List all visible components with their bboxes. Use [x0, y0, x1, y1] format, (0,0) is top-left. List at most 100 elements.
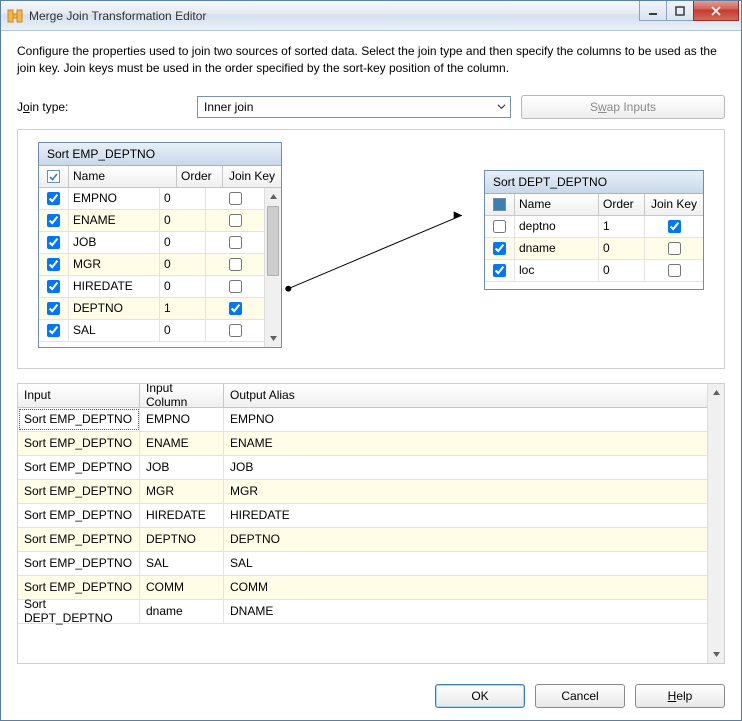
out-col[interactable]: SAL: [140, 552, 224, 575]
out-alias[interactable]: MGR: [224, 480, 308, 503]
out-alias[interactable]: EMPNO: [224, 408, 308, 431]
output-row[interactable]: Sort EMP_DEPTNODEPTNODEPTNO: [18, 528, 707, 552]
row-joinkey[interactable]: [206, 254, 264, 275]
out-input[interactable]: Sort EMP_DEPTNO: [18, 408, 140, 431]
row-joinkey[interactable]: [206, 320, 264, 341]
out-col[interactable]: DEPTNO: [140, 528, 224, 551]
output-row[interactable]: Sort EMP_DEPTNOENAMEENAME: [18, 432, 707, 456]
output-row[interactable]: Sort EMP_DEPTNOCOMMCOMM: [18, 576, 707, 600]
row-check[interactable]: [39, 276, 69, 297]
row-check[interactable]: [39, 188, 69, 209]
row-check[interactable]: [485, 260, 515, 281]
row-order[interactable]: 0: [599, 238, 645, 259]
row-check[interactable]: [485, 216, 515, 237]
right-header-jkey[interactable]: Join Key: [645, 194, 703, 215]
row-check[interactable]: [39, 232, 69, 253]
out-col[interactable]: JOB: [140, 456, 224, 479]
row-order[interactable]: 0: [160, 210, 206, 231]
row-name[interactable]: MGR: [69, 254, 160, 275]
output-row[interactable]: Sort EMP_DEPTNOMGRMGR: [18, 480, 707, 504]
out-input[interactable]: Sort EMP_DEPTNO: [18, 576, 140, 599]
row-joinkey[interactable]: [645, 238, 703, 259]
grid-row[interactable]: DEPTNO1: [39, 298, 264, 320]
out-col[interactable]: dname: [140, 600, 224, 623]
grid-row[interactable]: MGR0: [39, 254, 264, 276]
right-header-name[interactable]: Name: [515, 194, 599, 215]
row-order[interactable]: 1: [599, 216, 645, 237]
out-input[interactable]: Sort EMP_DEPTNO: [18, 432, 140, 455]
output-row[interactable]: Sort EMP_DEPTNOEMPNOEMPNO: [18, 408, 707, 432]
left-header-jkey[interactable]: Join Key: [223, 166, 281, 187]
left-header-check[interactable]: [39, 166, 69, 187]
left-header-name[interactable]: Name: [69, 166, 177, 187]
swap-inputs-button[interactable]: Swap Inputs: [521, 95, 725, 119]
row-order[interactable]: 0: [160, 188, 206, 209]
ok-button[interactable]: OK: [435, 684, 525, 708]
out-col[interactable]: COMM: [140, 576, 224, 599]
output-row[interactable]: Sort DEPT_DEPTNOdnameDNAME: [18, 600, 707, 624]
scroll-up-icon[interactable]: [708, 384, 724, 401]
row-order[interactable]: 0: [160, 320, 206, 341]
row-order[interactable]: 0: [160, 276, 206, 297]
row-name[interactable]: JOB: [69, 232, 160, 253]
scroll-thumb[interactable]: [267, 206, 279, 276]
out-col[interactable]: MGR: [140, 480, 224, 503]
row-name[interactable]: dname: [515, 238, 599, 259]
row-order[interactable]: 1: [160, 298, 206, 319]
out-alias[interactable]: COMM: [224, 576, 308, 599]
help-button[interactable]: Help: [635, 684, 725, 708]
out-alias[interactable]: JOB: [224, 456, 308, 479]
right-header-order[interactable]: Order: [599, 194, 645, 215]
output-header-col[interactable]: Input Column: [140, 384, 224, 407]
out-alias[interactable]: ENAME: [224, 432, 308, 455]
maximize-button[interactable]: [666, 1, 694, 21]
row-name[interactable]: ENAME: [69, 210, 160, 231]
out-col[interactable]: EMPNO: [140, 408, 224, 431]
row-order[interactable]: 0: [599, 260, 645, 281]
out-input[interactable]: Sort EMP_DEPTNO: [18, 552, 140, 575]
row-check[interactable]: [39, 254, 69, 275]
output-row[interactable]: Sort EMP_DEPTNOSALSAL: [18, 552, 707, 576]
scroll-up-icon[interactable]: [265, 188, 281, 205]
output-row[interactable]: Sort EMP_DEPTNOHIREDATEHIREDATE: [18, 504, 707, 528]
titlebar[interactable]: Merge Join Transformation Editor: [1, 1, 741, 31]
grid-row[interactable]: HIREDATE0: [39, 276, 264, 298]
join-type-select[interactable]: Inner join: [197, 96, 511, 118]
row-name[interactable]: deptno: [515, 216, 599, 237]
row-joinkey[interactable]: [206, 188, 264, 209]
out-alias[interactable]: DEPTNO: [224, 528, 308, 551]
grid-row[interactable]: loc0: [485, 260, 703, 282]
out-input[interactable]: Sort EMP_DEPTNO: [18, 528, 140, 551]
output-row[interactable]: Sort EMP_DEPTNOJOBJOB: [18, 456, 707, 480]
row-joinkey[interactable]: [645, 260, 703, 281]
row-name[interactable]: DEPTNO: [69, 298, 160, 319]
row-order[interactable]: 0: [160, 232, 206, 253]
out-alias[interactable]: DNAME: [224, 600, 308, 623]
row-check[interactable]: [39, 210, 69, 231]
left-header-order[interactable]: Order: [177, 166, 223, 187]
cancel-button[interactable]: Cancel: [535, 684, 625, 708]
out-input[interactable]: Sort EMP_DEPTNO: [18, 456, 140, 479]
output-scrollbar[interactable]: [707, 384, 724, 663]
out-col[interactable]: HIREDATE: [140, 504, 224, 527]
out-input[interactable]: Sort DEPT_DEPTNO: [18, 600, 140, 623]
grid-row[interactable]: EMPNO0: [39, 188, 264, 210]
output-header-input[interactable]: Input: [18, 384, 140, 407]
out-input[interactable]: Sort EMP_DEPTNO: [18, 504, 140, 527]
row-joinkey[interactable]: [206, 298, 264, 319]
grid-row[interactable]: JOB0: [39, 232, 264, 254]
row-joinkey[interactable]: [206, 232, 264, 253]
grid-row[interactable]: deptno1: [485, 216, 703, 238]
minimize-button[interactable]: [639, 1, 667, 21]
row-order[interactable]: 0: [160, 254, 206, 275]
row-check[interactable]: [39, 298, 69, 319]
grid-row[interactable]: ENAME0: [39, 210, 264, 232]
row-name[interactable]: loc: [515, 260, 599, 281]
scroll-down-icon[interactable]: [708, 646, 724, 663]
grid-row[interactable]: dname0: [485, 238, 703, 260]
row-joinkey[interactable]: [206, 210, 264, 231]
scroll-down-icon[interactable]: [265, 330, 281, 347]
row-check[interactable]: [39, 320, 69, 341]
row-joinkey[interactable]: [206, 276, 264, 297]
grid-row[interactable]: SAL0: [39, 320, 264, 342]
